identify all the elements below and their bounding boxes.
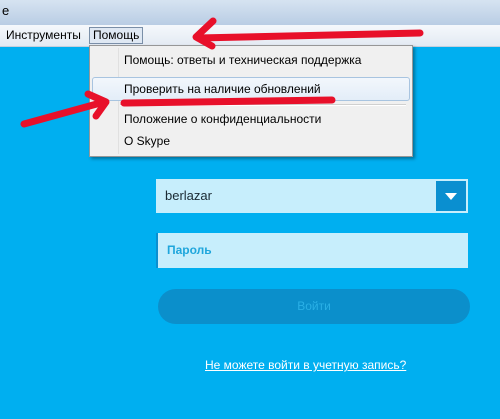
annotation-underline-updates <box>120 96 336 107</box>
annotation-arrow-menu-help <box>194 29 424 42</box>
annotation-arrow-updates <box>20 98 108 128</box>
annotation-arrowhead-menu-help <box>192 17 217 50</box>
annotation-overlay <box>20 17 424 128</box>
